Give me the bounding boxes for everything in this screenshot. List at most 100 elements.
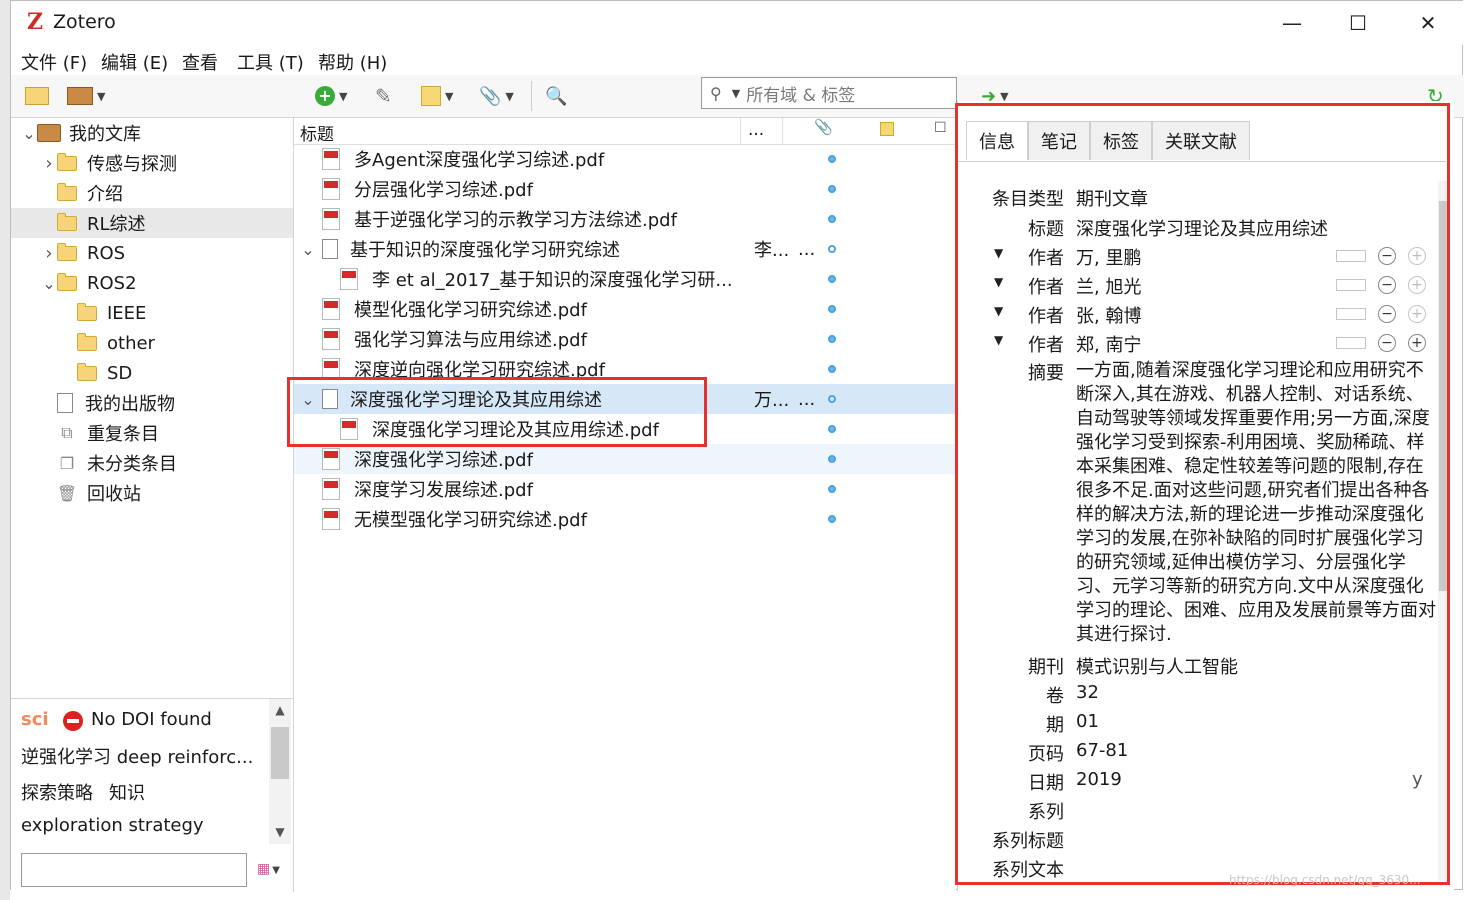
collection-row[interactable]: IEEE xyxy=(11,298,293,328)
folder-icon xyxy=(57,152,77,171)
attachment-row[interactable]: 多Agent深度强化学习综述.pdf xyxy=(294,144,956,174)
collection-row[interactable]: 我的出版物 xyxy=(11,388,293,418)
attachment-status-icon[interactable] xyxy=(828,425,836,433)
chevron-down-icon[interactable]: ⌄ xyxy=(41,274,57,293)
collection-row[interactable]: ⌄ 我的文库 xyxy=(11,118,293,148)
tag-exploration-policy[interactable]: 探索策略 xyxy=(21,779,93,805)
column-notes-icon[interactable] xyxy=(880,122,894,136)
collection-row[interactable]: ⧉ 重复条目 xyxy=(11,418,293,448)
collection-row[interactable]: ⌄ ROS2 xyxy=(11,268,293,298)
attachment-status-icon[interactable] xyxy=(828,185,836,193)
scroll-up-icon[interactable]: ▲ xyxy=(269,699,291,721)
attachment-status-icon[interactable] xyxy=(828,455,836,463)
collection-row[interactable]: RL综述 xyxy=(11,208,293,238)
add-by-identifier-button[interactable]: ✎ xyxy=(375,83,392,109)
maximize-button[interactable]: ☐ xyxy=(1335,7,1381,39)
new-note-button[interactable]: ▼ xyxy=(421,83,453,109)
chevron-down-icon[interactable]: ⌄ xyxy=(294,240,322,259)
attachment-row[interactable]: 模型化强化学习研究综述.pdf xyxy=(294,294,956,324)
item-title: 无模型强化学习研究综述.pdf xyxy=(354,510,587,531)
magnifier-icon: 🔍 xyxy=(545,85,568,107)
collection-row[interactable]: other xyxy=(11,328,293,358)
pdf-icon xyxy=(322,448,340,470)
no-entry-icon xyxy=(63,711,83,731)
tag-scroll-thumb[interactable] xyxy=(271,727,289,779)
attachment-status-icon[interactable] xyxy=(828,155,836,163)
folder-icon xyxy=(57,272,77,291)
magic-wand-icon: ✎ xyxy=(375,84,392,108)
menu-edit[interactable]: 编辑 (E) xyxy=(101,49,168,75)
attachment-status-icon[interactable] xyxy=(828,335,836,343)
column-attachments[interactable]: 📎 xyxy=(814,118,833,136)
attachment-row[interactable]: 深度学习发展综述.pdf xyxy=(294,474,956,504)
attachment-row[interactable]: 强化学习算法与应用综述.pdf xyxy=(294,324,956,354)
search-mode-chevron-icon[interactable]: ▼ xyxy=(732,87,740,100)
collection-row[interactable]: › 传感与探测 xyxy=(11,148,293,178)
tag-selector: sci No DOI found 逆强化学习 deep reinforc... … xyxy=(11,698,294,892)
attachment-row[interactable]: 李 et al_2017_基于知识的深度强化学习研... xyxy=(294,264,956,294)
tag-sci[interactable]: sci xyxy=(21,709,49,730)
item-more: ... xyxy=(798,238,816,260)
paperclip-icon: 📎 xyxy=(479,85,502,107)
new-item-button[interactable]: + ▼ xyxy=(315,83,347,109)
attachment-status-icon[interactable] xyxy=(828,515,836,523)
collection-label: ROS xyxy=(87,242,126,264)
collection-row[interactable]: ❐ 未分类条目 xyxy=(11,448,293,478)
chevron-right-icon[interactable]: › xyxy=(41,153,57,174)
tag-exploration-strategy[interactable]: exploration strategy xyxy=(21,815,204,836)
add-icon: + xyxy=(315,86,335,106)
column-creator[interactable]: ... xyxy=(748,120,764,140)
journal-article-icon xyxy=(322,239,338,259)
highlight-item-pane xyxy=(955,103,1450,885)
menu-file[interactable]: 文件 (F) xyxy=(21,49,87,75)
attachment-status-icon[interactable] xyxy=(828,305,836,313)
chevron-right-icon[interactable]: › xyxy=(41,243,57,264)
advanced-search-button[interactable]: 🔍 xyxy=(545,83,567,109)
unfiled-icon: ❐ xyxy=(59,453,75,473)
attachment-row[interactable]: 基于逆强化学习的示教学习方法综述.pdf xyxy=(294,204,956,234)
new-library-button[interactable]: ▼ xyxy=(67,83,105,109)
attachment-status-icon[interactable] xyxy=(828,215,836,223)
chevron-down-icon: ▼ xyxy=(97,89,106,103)
collection-row[interactable]: 介绍 xyxy=(11,178,293,208)
tag-knowledge[interactable]: 知识 xyxy=(109,779,145,805)
scroll-down-icon[interactable]: ▼ xyxy=(269,821,291,843)
attachment-status-icon[interactable] xyxy=(828,365,836,373)
tag-color-menu-icon[interactable]: ▦ ▼ xyxy=(257,861,280,877)
column-title[interactable]: 标题 xyxy=(300,120,334,145)
add-attachment-button[interactable]: 📎 ▼ xyxy=(479,83,514,109)
collections-pane: ⌄ 我的文库 › 传感与探测 介绍 RL综述 › ROS ⌄ ROS2 IEEE other SD 我的出… xyxy=(11,118,294,698)
new-collection-icon xyxy=(25,87,49,105)
collection-row[interactable]: › ROS xyxy=(11,238,293,268)
attachment-row[interactable]: 无模型强化学习研究综述.pdf xyxy=(294,504,956,534)
collection-label: 重复条目 xyxy=(87,424,159,445)
collection-label: 未分类条目 xyxy=(87,454,177,475)
collection-row[interactable]: 🗑 回收站 xyxy=(11,478,293,508)
column-picker-icon[interactable]: ☐ xyxy=(934,120,947,136)
attachment-row[interactable]: 分层强化学习综述.pdf xyxy=(294,174,956,204)
watermark: https://blog.csdn.net/qq_3630... xyxy=(1229,873,1421,887)
item-row[interactable]: ⌄ 基于知识的深度强化学习研究综述 李...... xyxy=(294,234,956,264)
new-collection-button[interactable] xyxy=(25,83,49,109)
search-box[interactable]: ⚲ ▼ 所有域 & 标签 xyxy=(701,77,957,109)
tag-filter-input[interactable] xyxy=(21,853,247,887)
pdf-icon xyxy=(340,268,358,290)
menu-view[interactable]: 查看 xyxy=(182,49,218,75)
minimize-button[interactable]: — xyxy=(1269,7,1315,39)
collection-row[interactable]: SD xyxy=(11,358,293,388)
attachment-status-icon[interactable] xyxy=(828,275,836,283)
chevron-down-icon[interactable]: ⌄ xyxy=(21,124,37,143)
menu-tools[interactable]: 工具 (T) xyxy=(237,49,304,75)
item-title: 基于知识的深度强化学习研究综述 xyxy=(350,240,620,261)
attachment-status-icon[interactable] xyxy=(828,485,836,493)
menu-help[interactable]: 帮助 (H) xyxy=(318,49,387,75)
tag-scrollbar[interactable]: ▲ ▼ xyxy=(269,699,291,844)
attachment-status-icon[interactable] xyxy=(828,395,836,403)
attachment-row[interactable]: 深度强化学习综述.pdf xyxy=(294,444,956,474)
tag-no-doi[interactable]: No DOI found xyxy=(91,709,212,730)
item-title: 深度强化学习综述.pdf xyxy=(354,450,533,471)
attachment-status-icon[interactable] xyxy=(828,245,836,253)
close-button[interactable]: ✕ xyxy=(1405,7,1451,39)
chevron-down-icon: ▼ xyxy=(339,89,348,103)
tag-inverse-rl[interactable]: 逆强化学习 deep reinforc... xyxy=(21,743,253,769)
